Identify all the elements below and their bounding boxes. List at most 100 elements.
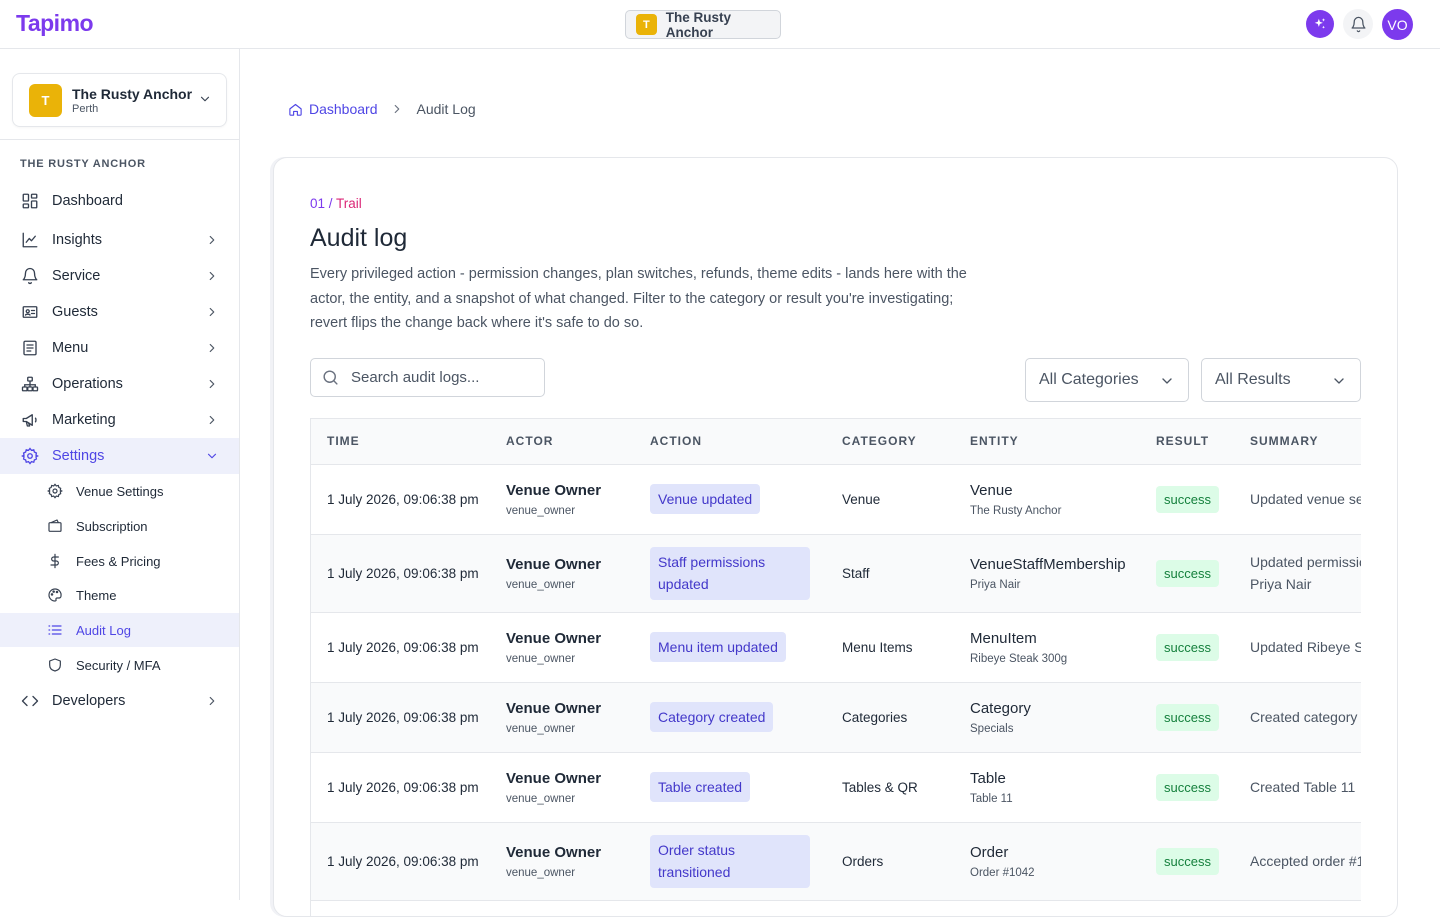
row-result-badge: success <box>1156 703 1219 731</box>
row-summary: Created Table 11 <box>1250 778 1356 795</box>
sidebar-item-guests[interactable]: Guests <box>0 294 239 330</box>
sidebar-subitem-label: Fees & Pricing <box>76 553 161 569</box>
row-actor-role: venue_owner <box>506 652 576 665</box>
breadcrumb-home-label: Dashboard <box>309 101 378 117</box>
column-header-entity[interactable]: ENTITY <box>954 419 1140 465</box>
table-row[interactable]: 1 July 2026, 09:06:38 pm Venue Owner venu… <box>311 464 1361 535</box>
row-category: Orders <box>826 822 954 901</box>
page-title: Audit log <box>310 224 408 252</box>
row-entity-detail: Priya Nair <box>970 578 1021 591</box>
sidebar-subitem-label: Venue Settings <box>76 483 164 499</box>
chevron-right-icon <box>209 343 215 353</box>
row-summary: Accepted order #1042 <box>1250 852 1361 869</box>
sidebar-subitem-venue-settings[interactable]: Venue Settings <box>0 474 239 508</box>
gear-icon <box>46 483 63 500</box>
sidebar-item-label: Settings <box>52 448 105 464</box>
row-entity: Venue <box>970 481 1013 499</box>
chevron-right-icon <box>209 696 215 706</box>
user-avatar[interactable]: VO <box>1382 9 1413 40</box>
sidebar-item-operations[interactable]: Operations <box>0 366 239 402</box>
ai-assistant-button[interactable] <box>1306 10 1334 38</box>
venue-selector[interactable]: T The Rusty Anchor Perth <box>12 73 227 127</box>
sidebar-divider <box>0 139 239 140</box>
column-header-result[interactable]: RESULT <box>1140 419 1234 465</box>
chevron-right-icon <box>209 379 215 389</box>
table-row[interactable]: 1 July 2026, 09:06:38 pm Venue Owner venu… <box>311 612 1361 683</box>
row-category: Menu Items <box>826 612 954 683</box>
table-row[interactable]: 1 July 2026, 09:06:38 pm Venue Owner venu… <box>311 752 1361 823</box>
row-category: Categories <box>826 682 954 753</box>
row-action-badge: Venue updated <box>650 483 761 515</box>
column-header-summary[interactable]: SUMMARY <box>1234 419 1361 465</box>
sidebar-item-marketing[interactable]: Marketing <box>0 402 239 438</box>
row-entity: VenueStaffMembership <box>970 555 1126 573</box>
chevron-right-icon <box>209 235 215 245</box>
row-time: 1 July 2026, 09:06:38 pm <box>327 779 479 795</box>
bell-icon <box>1350 16 1366 32</box>
venue-location: Perth <box>72 102 99 115</box>
megaphone-icon <box>21 411 39 429</box>
bell-icon <box>21 267 39 285</box>
chevron-right-icon <box>209 415 215 425</box>
code-icon <box>21 692 39 710</box>
table-row[interactable]: 1 July 2026, 09:06:38 pm Venue Owner venu… <box>311 822 1361 901</box>
venue-initial-badge: T <box>636 14 657 35</box>
sidebar-subitem-fees-pricing[interactable]: Fees & Pricing <box>0 544 239 578</box>
column-header-time[interactable]: TIME <box>311 419 490 465</box>
row-result-badge: success <box>1156 773 1219 801</box>
chevron-down-icon <box>1162 378 1172 384</box>
org-chart-icon <box>21 375 39 393</box>
row-actor: Venue Owner <box>506 843 602 861</box>
column-header-action[interactable]: ACTION <box>634 419 826 465</box>
category-filter-select[interactable]: All Categories <box>1025 358 1189 402</box>
page-description: Every privileged action - permission cha… <box>310 266 967 331</box>
sidebar-item-developers[interactable]: Developers <box>0 683 239 719</box>
sidebar-item-label: Service <box>52 268 101 284</box>
sidebar-subitem-subscription[interactable]: Subscription <box>0 509 239 543</box>
notifications-button[interactable] <box>1343 9 1373 39</box>
table-row[interactable]: 1 July 2026, 09:06:38 pm Venue Owner venu… <box>311 534 1361 613</box>
sidebar-subitem-audit-log[interactable]: Audit Log <box>0 613 239 647</box>
column-header-category[interactable]: CATEGORY <box>826 419 954 465</box>
venue-switcher-chip[interactable]: T The Rusty Anchor <box>625 10 781 40</box>
table-header-row: TIME ACTOR ACTION CATEGORY ENTITY RESULT… <box>311 419 1361 465</box>
sidebar-item-service[interactable]: Service <box>0 258 239 294</box>
row-summary: Created category Specials <box>1250 708 1361 725</box>
row-entity-detail: Ribeye Steak 300g <box>970 652 1068 665</box>
sidebar-subitem-label: Audit Log <box>76 622 131 638</box>
chevron-down-icon <box>207 453 217 459</box>
search-placeholder: Search audit logs... <box>351 369 480 386</box>
category-filter-value: All Categories <box>1039 371 1139 388</box>
sparkle-icon <box>1314 18 1326 29</box>
row-entity-detail: Specials <box>970 722 1014 735</box>
row-time: 1 July 2026, 09:06:38 pm <box>327 565 479 581</box>
search-input[interactable]: Search audit logs... <box>310 358 545 397</box>
wallet-icon <box>46 518 63 535</box>
row-category: Venue <box>826 464 954 535</box>
app-logo[interactable]: Tapimo <box>16 10 94 37</box>
sidebar-item-insights[interactable]: Insights <box>0 222 239 258</box>
row-actor-role: venue_owner <box>506 792 576 805</box>
result-filter-select[interactable]: All Results <box>1201 358 1361 402</box>
sidebar-subitem-security-mfa[interactable]: Security / MFA <box>0 648 239 682</box>
breadcrumb-home-link[interactable]: Dashboard <box>288 101 378 117</box>
column-header-actor[interactable]: ACTOR <box>490 419 634 465</box>
result-filter-value: All Results <box>1215 371 1291 388</box>
table-row[interactable]: 1 July 2026, 09:06:38 pm Venue Owner venu… <box>311 682 1361 753</box>
sidebar-subitem-theme[interactable]: Theme <box>0 578 239 612</box>
sidebar-item-menu[interactable]: Menu <box>0 330 239 366</box>
chevron-right-icon <box>390 102 404 116</box>
row-result-badge: success <box>1156 559 1219 587</box>
sidebar-item-settings[interactable]: Settings <box>0 438 239 474</box>
sidebar-subitem-label: Theme <box>76 587 117 603</box>
eyebrow-label: Trail <box>336 196 362 211</box>
chevron-right-icon <box>209 307 215 317</box>
row-entity-detail: The Rusty Anchor <box>970 504 1062 517</box>
row-action-badge: Category created <box>650 701 774 733</box>
sidebar-item-dashboard[interactable]: Dashboard <box>0 183 239 219</box>
sidebar-section-title: THE RUSTY ANCHOR <box>20 158 146 170</box>
row-result-badge: success <box>1156 485 1219 513</box>
row-category: Staff <box>826 534 954 613</box>
audit-log-card: 01 / Trail Audit log Every privileged ac… <box>273 157 1398 917</box>
row-actor-role: venue_owner <box>506 722 576 735</box>
